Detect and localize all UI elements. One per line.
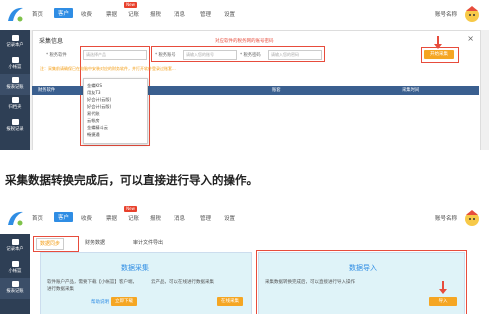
th-software: 财务软件 bbox=[38, 88, 56, 93]
nav-bookkeeping[interactable]: 记账 bbox=[128, 10, 139, 18]
tab-finance-data[interactable]: 财务数据 bbox=[82, 238, 108, 248]
screenshot-data-sync: 首页 客户 收费 票据 New 记账 报税 消息 管理 设置 账号名称 记录本户… bbox=[0, 204, 489, 314]
download-button[interactable]: 立即下载 bbox=[111, 297, 137, 306]
nav-fees[interactable]: 收费 bbox=[81, 214, 92, 222]
collect-panel-text2: 云产品，可以在线进行数据采集 bbox=[151, 280, 214, 285]
close-icon[interactable]: × bbox=[467, 34, 474, 43]
online-collect-button[interactable]: 在线采集 bbox=[217, 297, 243, 306]
import-panel-highlight-box bbox=[256, 250, 467, 314]
caption-text: 采集数据转换完成后，可以直接进行导入的操作。 bbox=[5, 173, 258, 187]
basket-icon bbox=[11, 57, 19, 63]
nav-manage[interactable]: 管理 bbox=[200, 10, 211, 18]
credentials-note: 对应软件的税务网的账号密码 bbox=[215, 39, 274, 44]
dropdown-item[interactable]: 用友T3 bbox=[87, 90, 101, 96]
nav-home[interactable]: 首页 bbox=[32, 10, 43, 18]
nav-tax[interactable]: 报税 bbox=[150, 214, 161, 222]
tab-highlight-box bbox=[33, 236, 79, 252]
nav-hot-badge: New bbox=[124, 206, 137, 212]
avatar[interactable] bbox=[463, 209, 481, 227]
arrow-down-icon bbox=[434, 36, 442, 49]
report-icon bbox=[11, 77, 19, 83]
nav-hot-badge: New bbox=[124, 2, 137, 8]
user-account-label[interactable]: 账号名称 bbox=[435, 10, 457, 18]
users-icon bbox=[11, 35, 19, 41]
sidebar: 记录本户 小帐篮 报表记账 bbox=[0, 234, 30, 314]
th-time: 采集时间 bbox=[402, 88, 420, 93]
sidebar-item-basket[interactable]: 小帐篮 bbox=[0, 57, 30, 70]
nav-manage[interactable]: 管理 bbox=[200, 214, 211, 222]
nav-fees[interactable]: 收费 bbox=[81, 10, 92, 18]
product-label: * 税务软件 bbox=[46, 53, 67, 58]
report-icon bbox=[11, 281, 19, 287]
dropdown-item[interactable]: 易代账 bbox=[87, 111, 100, 117]
sidebar-item-customer[interactable]: 记录本户 bbox=[0, 35, 30, 48]
data-collect-panel: 数据采集 软件账户产品，需要下载【小帐篮】客户端，进行数据采集 云产品，可以在线… bbox=[40, 252, 252, 314]
app-logo-icon bbox=[8, 211, 23, 226]
dialog-title: 采集信息 bbox=[39, 38, 64, 45]
top-nav-bar: 首页 客户 收费 票据 New 记账 报税 消息 管理 设置 账号名称 bbox=[0, 204, 489, 235]
sidebar: 记录本户 小帐篮 报表记账 归档夹 报税记录 bbox=[0, 30, 30, 150]
app-logo-icon bbox=[8, 7, 23, 22]
sidebar-item-customer[interactable]: 记录本户 bbox=[0, 239, 30, 252]
dropdown-item[interactable]: 云帐房 bbox=[87, 118, 100, 124]
sidebar-item-basket[interactable]: 小帐篮 bbox=[0, 261, 30, 274]
nav-customer[interactable]: 客户 bbox=[54, 8, 74, 18]
users-icon bbox=[11, 239, 19, 245]
tax-icon bbox=[11, 119, 19, 125]
collect-tip: 注：采集前请确保已在电脑中安装对应的财务软件，并打开软件登录过账套... bbox=[40, 66, 176, 71]
product-dropdown: 金蝶KIS 用友T3 好会计(云版) 好会计(云版) 易代账 云帐房 金蝶精斗云… bbox=[83, 78, 148, 144]
nav-customer[interactable]: 客户 bbox=[54, 212, 74, 222]
collect-panel-text1: 软件账户产品，需要下载【小帐篮】客户端，进行数据采集 bbox=[47, 280, 137, 292]
collect-panel-title: 数据采集 bbox=[121, 264, 149, 272]
credentials-highlight-box bbox=[151, 46, 325, 62]
dropdown-item[interactable]: 好会计(云版) bbox=[87, 97, 111, 103]
start-button-highlight-box bbox=[421, 47, 459, 63]
dropdown-item[interactable]: 好会计(云版) bbox=[87, 104, 111, 110]
nav-messages[interactable]: 消息 bbox=[174, 214, 185, 222]
nav-invoices[interactable]: 票据 bbox=[106, 10, 117, 18]
th-ledger: 账套 bbox=[272, 88, 281, 93]
sidebar-item-reports[interactable]: 报表记账 bbox=[0, 278, 30, 299]
sidebar-item-archive[interactable]: 归档夹 bbox=[0, 97, 30, 110]
user-account-label[interactable]: 账号名称 bbox=[435, 214, 457, 222]
nav-tax[interactable]: 报税 bbox=[150, 10, 161, 18]
nav-invoices[interactable]: 票据 bbox=[106, 214, 117, 222]
trash-icon bbox=[11, 97, 19, 103]
nav-messages[interactable]: 消息 bbox=[174, 10, 185, 18]
nav-settings[interactable]: 设置 bbox=[224, 214, 235, 222]
nav-settings[interactable]: 设置 bbox=[224, 10, 235, 18]
tab-audit-export[interactable]: 审计文件导出 bbox=[130, 238, 166, 248]
nav-bookkeeping[interactable]: 记账 bbox=[128, 214, 139, 222]
dropdown-item[interactable]: 金蝶精斗云 bbox=[87, 125, 108, 131]
help-link[interactable]: 帮助说明 bbox=[91, 299, 109, 306]
dropdown-item[interactable]: 金蝶KIS bbox=[87, 83, 102, 89]
basket-icon bbox=[11, 261, 19, 267]
top-nav-bar: 首页 客户 收费 票据 New 记账 报税 消息 管理 设置 账号名称 bbox=[0, 0, 489, 31]
screenshot-collect-dialog: 首页 客户 收费 票据 New 记账 报税 消息 管理 设置 账号名称 记录本户… bbox=[0, 0, 489, 150]
avatar[interactable] bbox=[463, 5, 481, 23]
sidebar-item-reports[interactable]: 报表记账 bbox=[0, 74, 30, 95]
sidebar-item-tax[interactable]: 报税记录 bbox=[0, 119, 30, 132]
dropdown-item[interactable]: 畅捷通 bbox=[87, 132, 100, 138]
nav-home[interactable]: 首页 bbox=[32, 214, 43, 222]
